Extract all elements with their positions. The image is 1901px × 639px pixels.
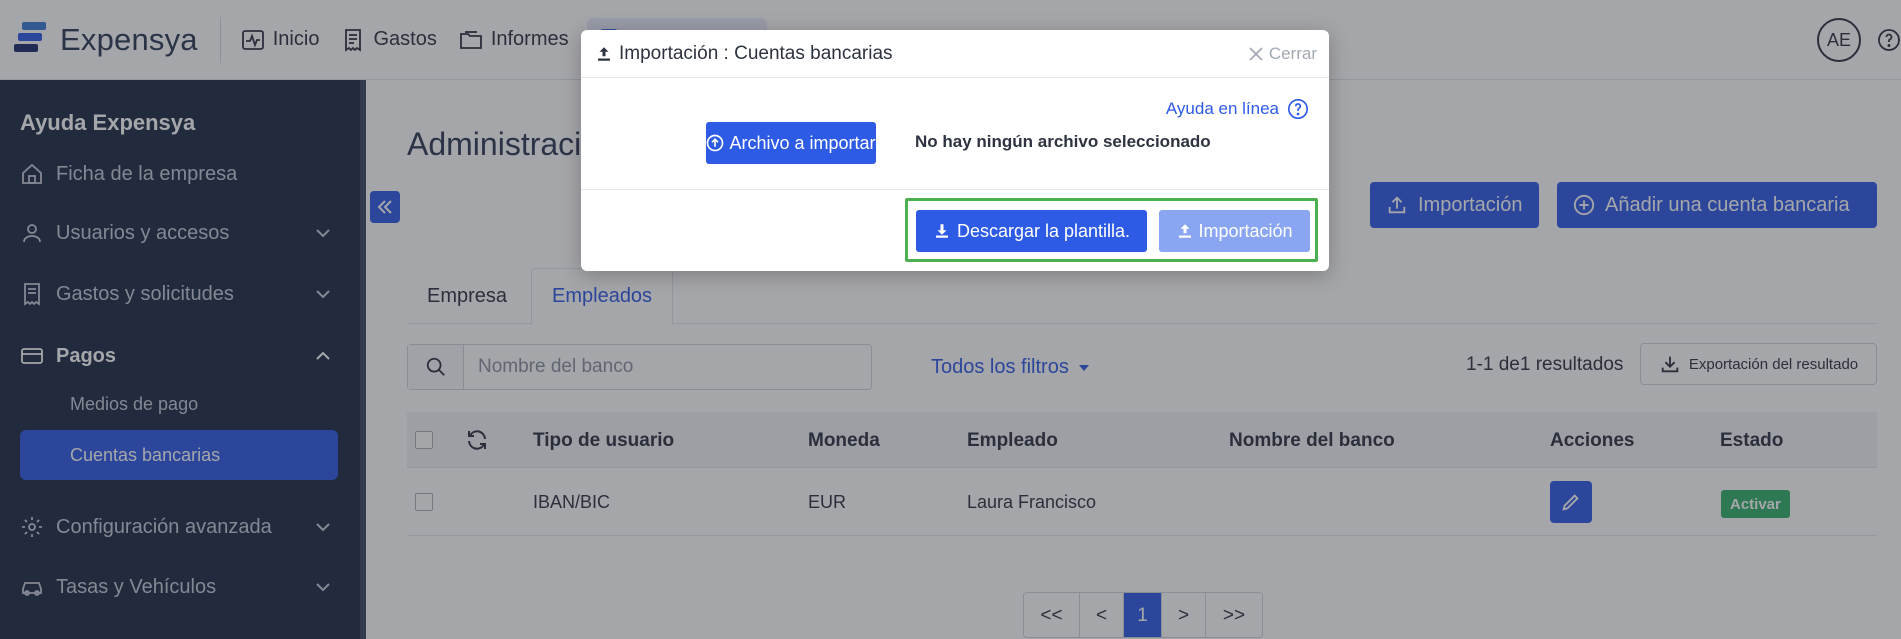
upload-icon (1179, 224, 1192, 238)
modal-import-label: Importación (1198, 220, 1293, 241)
import-modal: Importación : Cuentas bancarias Cerrar A… (581, 30, 1329, 271)
modal-title: Importación : Cuentas bancarias (595, 43, 893, 65)
close-label: Cerrar (1268, 44, 1317, 63)
modal-footer-divider (581, 189, 1329, 190)
help-icon (1288, 99, 1308, 119)
online-help-label: Ayuda en línea (1165, 99, 1279, 118)
choose-file-button[interactable]: Archivo a importar (706, 122, 876, 164)
choose-file-label: Archivo a importar (729, 132, 876, 153)
download-template-label: Descargar la plantilla. (956, 220, 1131, 241)
upload-icon (598, 47, 610, 61)
app: Expensya Inicio Gastos Informes AE Ayuda… (0, 0, 1901, 639)
close-icon (1249, 47, 1263, 61)
modal-header: Importación : Cuentas bancarias Cerrar (581, 30, 1329, 78)
modal-title-text: Importación : Cuentas bancarias (619, 43, 893, 64)
download-template-button[interactable]: Descargar la plantilla. (916, 210, 1147, 252)
upload-circle-icon (707, 134, 724, 152)
online-help-link[interactable]: Ayuda en línea (1166, 98, 1309, 120)
file-status: No hay ningún archivo seleccionado (915, 132, 1211, 151)
close-button[interactable]: Cerrar (1248, 44, 1317, 64)
download-icon (935, 224, 948, 238)
modal-import-button[interactable]: Importación (1159, 210, 1310, 252)
